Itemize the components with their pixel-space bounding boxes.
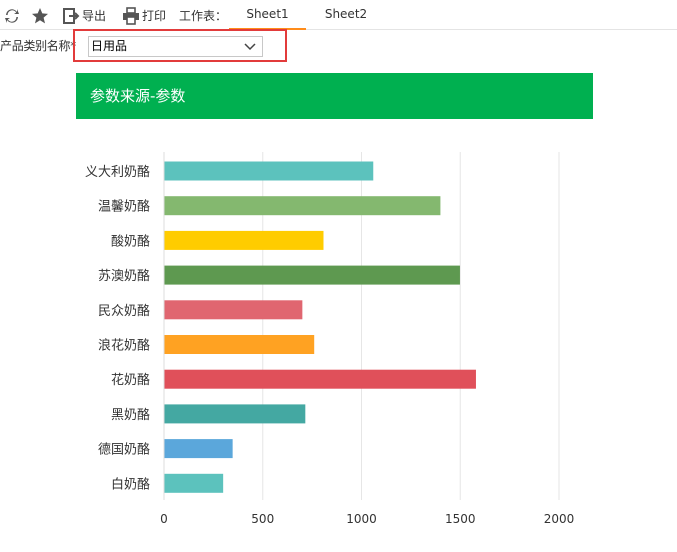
toolbar: 导出 打印 工作表： Sheet1 Sheet2 — [0, 0, 677, 30]
bar[interactable] — [164, 230, 324, 250]
report-title-banner: 参数来源-参数 — [76, 73, 593, 119]
bar[interactable] — [164, 196, 441, 216]
x-tick-label: 2000 — [544, 512, 575, 526]
bar[interactable] — [164, 369, 476, 389]
tab-sheet1-label: Sheet1 — [246, 7, 289, 21]
category-label: 花奶酪 — [111, 372, 150, 388]
export-button[interactable]: 导出 — [82, 8, 106, 24]
bar[interactable] — [164, 161, 374, 181]
export-icon[interactable] — [62, 7, 80, 25]
product-category-value: 日用品 — [91, 39, 128, 53]
print-button[interactable]: 打印 — [142, 8, 166, 24]
print-icon[interactable] — [122, 7, 140, 25]
report-title: 参数来源-参数 — [90, 87, 186, 105]
bar[interactable] — [164, 335, 315, 354]
product-category-label: 产品类别名称* — [0, 39, 76, 53]
category-label: 义大利奶酪 — [85, 164, 150, 180]
bar[interactable] — [164, 439, 233, 459]
bar[interactable] — [164, 473, 224, 493]
category-label: 德国奶酪 — [98, 442, 150, 458]
x-tick-label: 500 — [251, 512, 274, 526]
x-tick-label: 1500 — [445, 512, 476, 526]
star-icon[interactable] — [31, 7, 49, 25]
bar[interactable] — [164, 404, 306, 424]
tab-sheet1[interactable]: Sheet1 — [229, 0, 306, 30]
chevron-down-icon — [244, 43, 256, 51]
bar-chart: 0 500 1000 1500 2000 义大利奶酪温馨奶酪酸奶酪苏澳奶酪民众奶酪浪花奶酪… — [85, 152, 575, 526]
sheets-label: 工作表： — [179, 9, 228, 23]
refresh-icon[interactable] — [3, 7, 21, 25]
tab-sheet2-label: Sheet2 — [324, 7, 368, 21]
product-category-select[interactable]: 日用品 — [88, 36, 263, 57]
category-label: 浪花奶酪 — [98, 338, 150, 354]
x-tick-label: 1000 — [346, 512, 377, 526]
tab-sheet2[interactable]: Sheet2 — [310, 0, 382, 29]
category-label: 温馨奶酪 — [98, 199, 150, 215]
category-label: 民众奶酪 — [98, 303, 150, 319]
bar[interactable] — [164, 300, 303, 320]
category-label: 酸奶酪 — [111, 233, 150, 249]
category-label: 苏澳奶酪 — [98, 268, 150, 284]
bar[interactable] — [164, 265, 460, 285]
category-label: 黑奶酪 — [111, 407, 150, 423]
category-label: 白奶酪 — [111, 476, 150, 492]
x-tick-label: 0 — [160, 512, 168, 526]
